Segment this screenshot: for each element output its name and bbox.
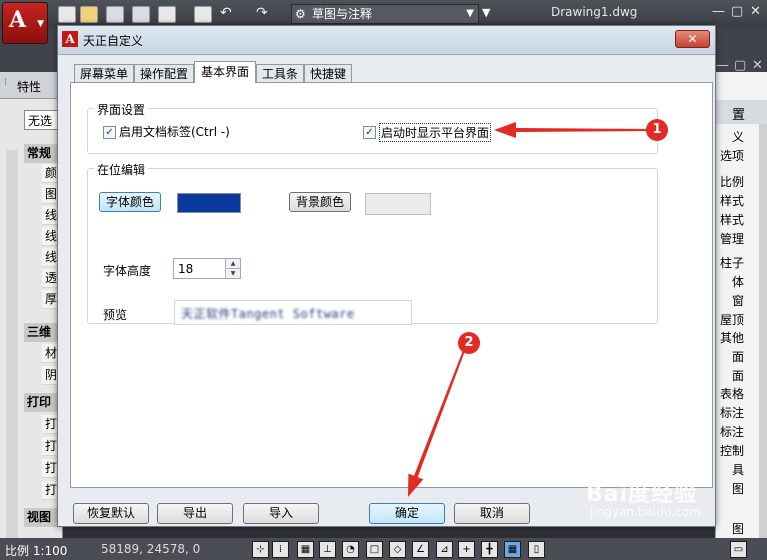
- watermark-url: jingyan.baidu.com: [590, 505, 701, 519]
- annotation-arrow-1: [494, 122, 648, 138]
- baidu-watermark: Bai度经验 jingyan.baidu.com: [586, 476, 701, 519]
- annotation-marker-1: 1: [646, 119, 668, 141]
- watermark-brand: Bai度经验: [586, 482, 698, 507]
- annotation-arrow-2: [408, 347, 466, 497]
- annotation-marker-2: 2: [458, 332, 480, 354]
